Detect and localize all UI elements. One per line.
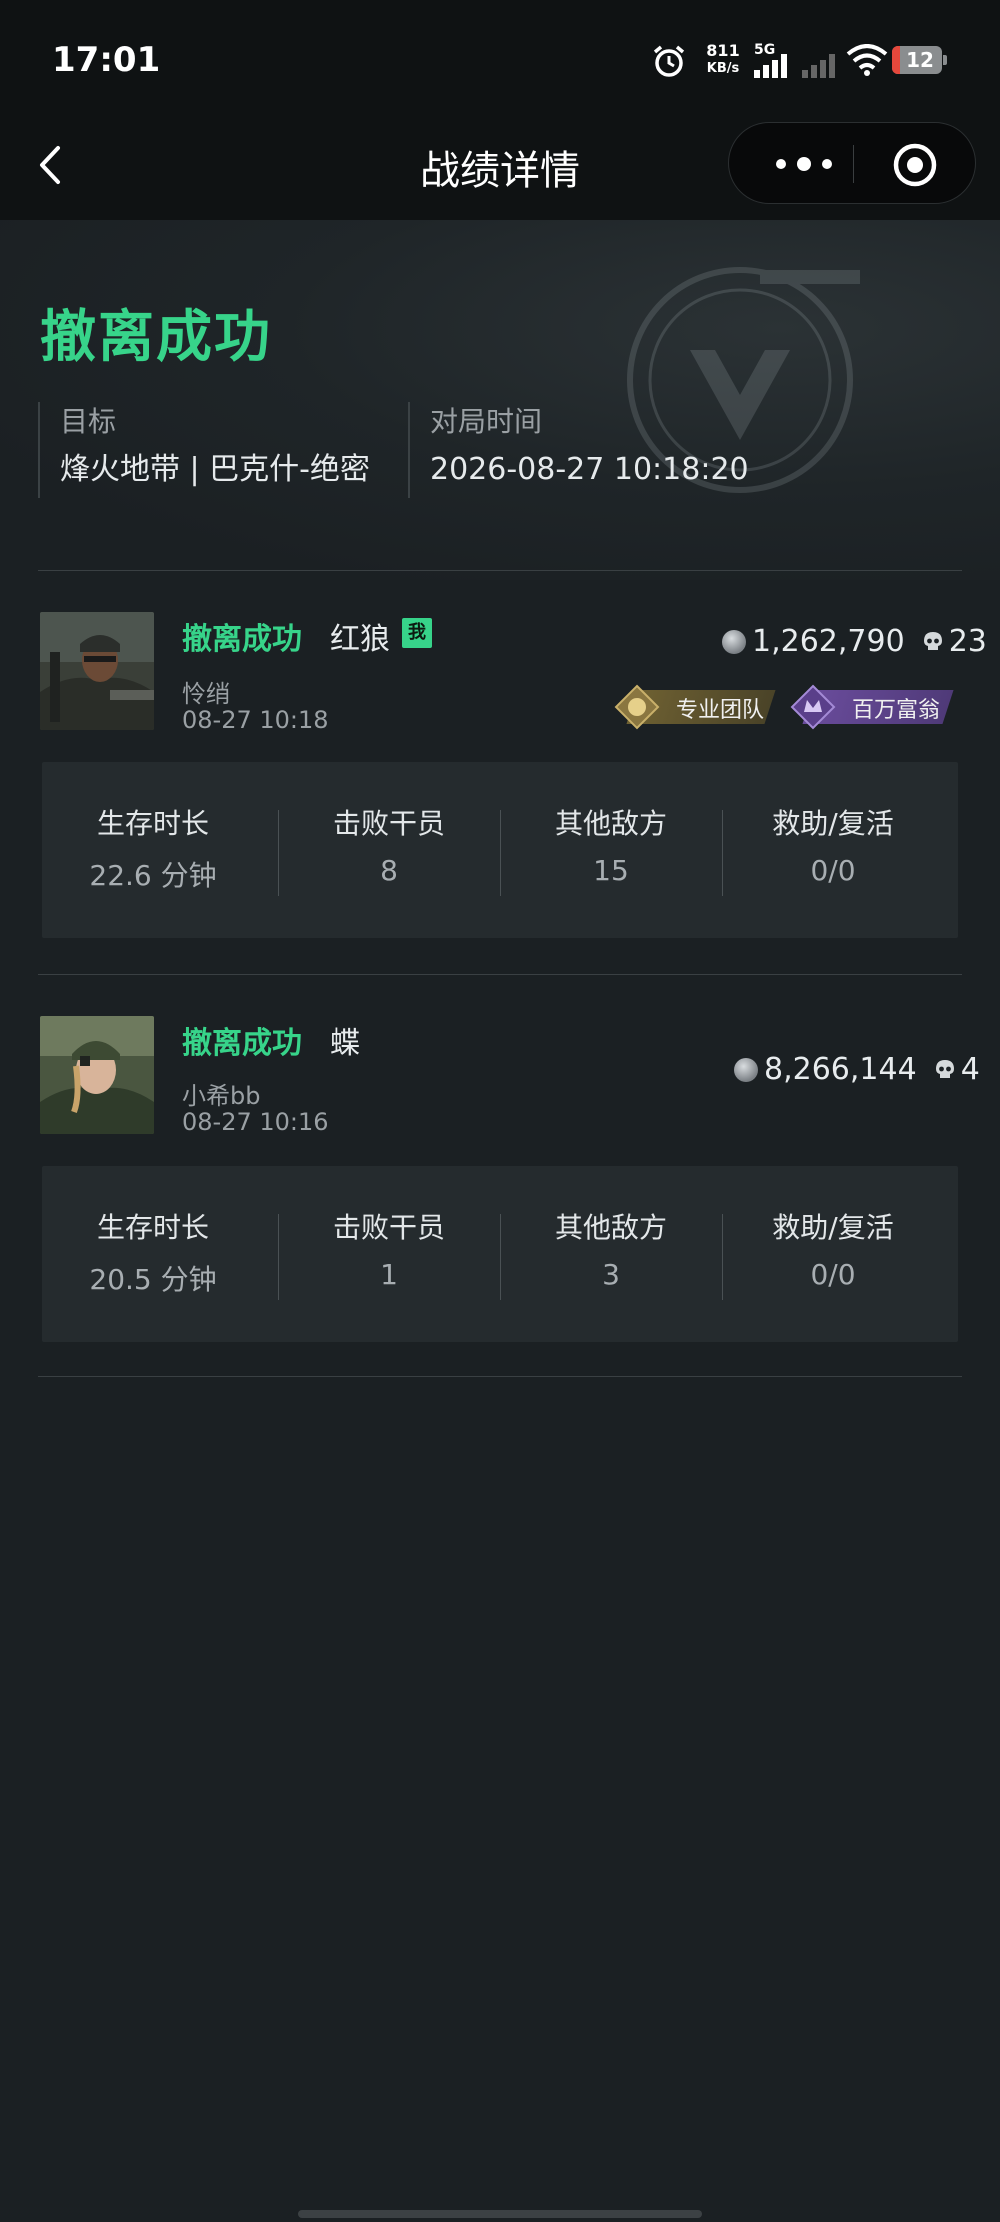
player-operator-name: 红狼 bbox=[330, 622, 390, 657]
divider bbox=[38, 570, 962, 571]
target-circle-icon[interactable] bbox=[891, 141, 939, 189]
player-time: 08-27 10:18 bbox=[182, 706, 329, 734]
team-badge-icon bbox=[614, 684, 660, 730]
millionaire-badge-icon bbox=[790, 684, 836, 730]
stat-operators-defeated: 击败干员 1 bbox=[332, 1211, 445, 1291]
player-status: 撤离成功 bbox=[182, 622, 302, 657]
target-info: 目标 烽火地带 | 巴克什-绝密 bbox=[38, 402, 370, 498]
target-label: 目标 bbox=[60, 405, 117, 438]
avatar[interactable] bbox=[40, 612, 154, 730]
divider bbox=[38, 1376, 962, 1377]
alarm-icon bbox=[653, 45, 685, 77]
stat-rescue-revive: 救助/复活 0/0 bbox=[772, 807, 894, 887]
net-speed: 811 KB/s bbox=[703, 42, 743, 78]
player-time: 08-27 10:16 bbox=[182, 1108, 329, 1136]
kill-count: 23 bbox=[948, 624, 987, 659]
player-nickname: 小希bb bbox=[182, 1082, 261, 1110]
wifi-icon bbox=[846, 44, 888, 76]
player-money: 8,266,144 4 bbox=[734, 1052, 980, 1087]
stat-survival-time: 生存时长 22.6 分钟 bbox=[89, 807, 217, 892]
tag-professional-team[interactable]: 专业团队 bbox=[614, 684, 776, 730]
operator-portrait-icon bbox=[40, 1016, 154, 1134]
me-badge: 我 bbox=[402, 618, 432, 648]
signal-icon: 5G bbox=[754, 42, 787, 78]
divider bbox=[38, 974, 962, 975]
tag-label: 百万富翁 bbox=[852, 698, 941, 723]
page-title: 战绩详情 bbox=[420, 148, 580, 194]
stat-other-enemies: 其他敌方 3 bbox=[554, 1211, 667, 1291]
network-type: 5G bbox=[754, 42, 775, 58]
stat-survival-time: 生存时长 20.5 分钟 bbox=[89, 1211, 217, 1296]
match-time-label: 对局时间 bbox=[430, 405, 543, 438]
net-speed-unit: KB/s bbox=[706, 61, 740, 76]
avatar[interactable] bbox=[40, 1016, 154, 1134]
target-value: 烽火地带 | 巴克什-绝密 bbox=[60, 452, 371, 487]
status-time: 17:01 bbox=[52, 40, 161, 80]
more-dots-icon[interactable] bbox=[769, 147, 839, 181]
net-speed-value: 811 bbox=[706, 41, 740, 60]
tag-label: 专业团队 bbox=[676, 698, 765, 723]
player-stats-card: 生存时长 20.5 分钟 击败干员 1 其他敌方 3 救助/复活 0/0 bbox=[42, 1166, 958, 1342]
player-stats-card: 生存时长 22.6 分钟 击败干员 8 其他敌方 15 救助/复活 0/0 bbox=[42, 762, 958, 938]
status-bar: 17:01 811 KB/s 5G 12 bbox=[0, 0, 1000, 120]
battery-level: 12 bbox=[906, 48, 934, 72]
match-time-info: 对局时间 2026-08-27 10:18:20 bbox=[408, 402, 749, 498]
skull-icon bbox=[923, 632, 942, 650]
chevron-left-icon[interactable] bbox=[32, 138, 72, 192]
coin-icon bbox=[722, 630, 746, 654]
signal-secondary-icon bbox=[802, 54, 835, 78]
player-nickname: 怜绡 bbox=[182, 680, 230, 708]
mini-program-capsule bbox=[728, 122, 976, 204]
match-result-title: 撤离成功 bbox=[40, 305, 272, 370]
battery-icon: 12 bbox=[892, 46, 948, 76]
player-operator-name: 蝶 bbox=[330, 1026, 360, 1061]
coin-icon bbox=[734, 1058, 758, 1082]
stat-other-enemies: 其他敌方 15 bbox=[554, 807, 667, 887]
kill-count: 4 bbox=[960, 1052, 980, 1087]
money-value: 8,266,144 bbox=[764, 1052, 917, 1087]
home-indicator[interactable] bbox=[298, 2210, 702, 2218]
stat-operators-defeated: 击败干员 8 bbox=[332, 807, 445, 887]
match-time-value: 2026-08-27 10:18:20 bbox=[430, 452, 749, 487]
stat-rescue-revive: 救助/复活 0/0 bbox=[772, 1211, 894, 1291]
tag-millionaire[interactable]: 百万富翁 bbox=[790, 684, 954, 730]
skull-icon bbox=[935, 1060, 954, 1078]
player-status: 撤离成功 bbox=[182, 1026, 302, 1061]
capsule-divider bbox=[853, 145, 854, 183]
money-value: 1,262,790 bbox=[752, 624, 905, 659]
operator-portrait-icon bbox=[40, 612, 154, 730]
player-money: 1,262,790 23 bbox=[722, 624, 987, 659]
